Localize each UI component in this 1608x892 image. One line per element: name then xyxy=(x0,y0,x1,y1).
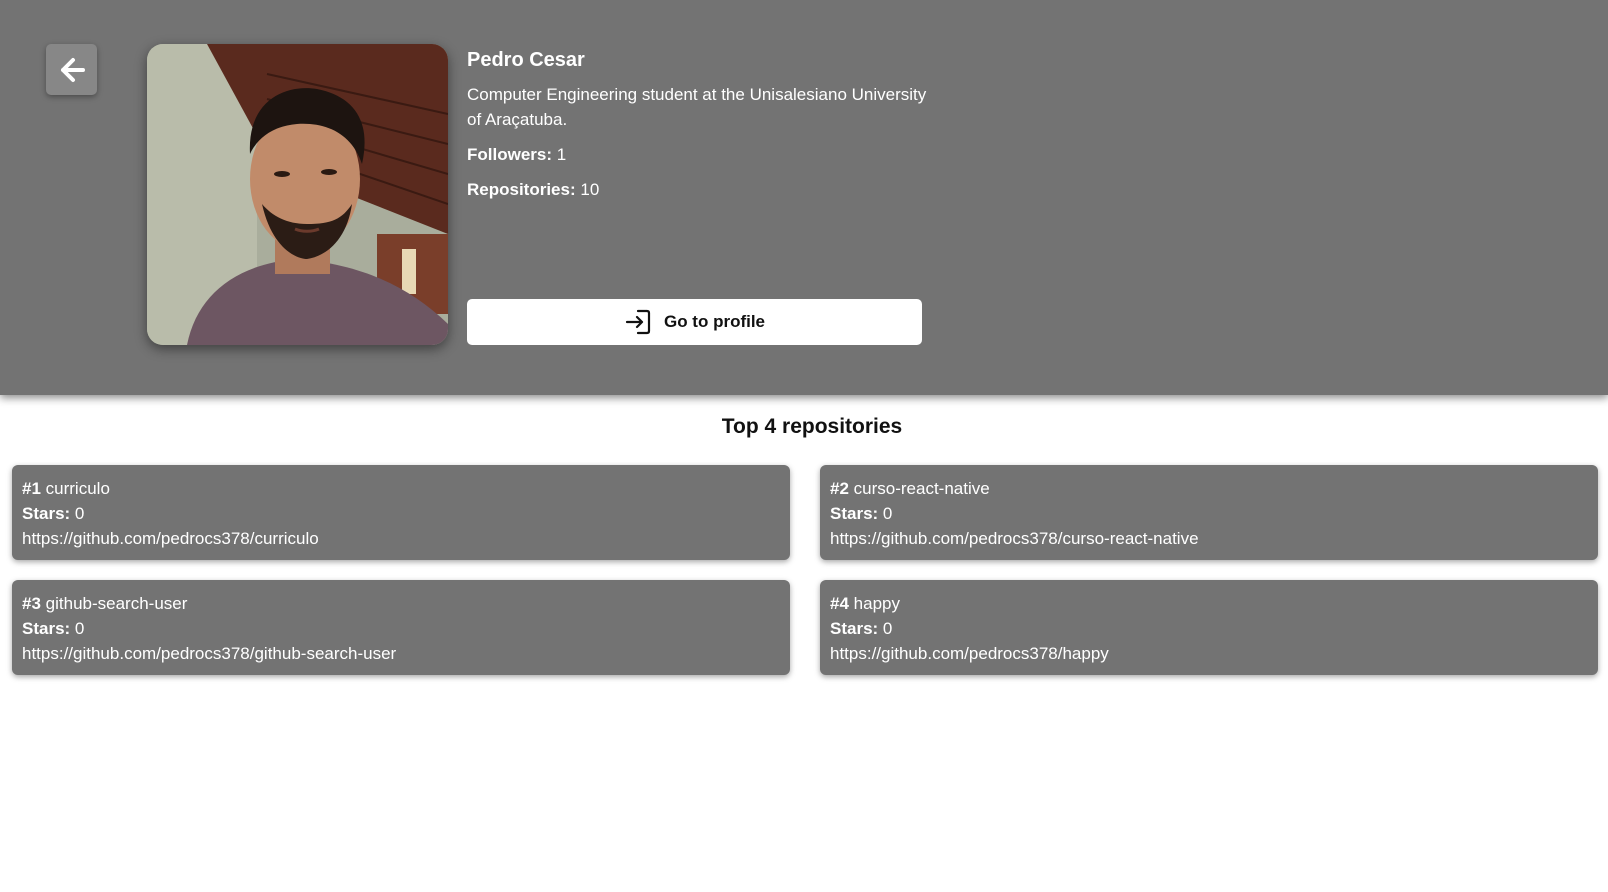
stars-label: Stars: xyxy=(830,619,879,638)
followers-label: Followers: xyxy=(467,145,553,164)
back-button[interactable] xyxy=(46,44,97,95)
repo-card[interactable]: #2 curso-react-native Stars: 0 https://g… xyxy=(820,465,1598,560)
repo-rank: #4 xyxy=(830,594,849,613)
profile-header: Pedro Cesar Computer Engineering student… xyxy=(0,0,1608,395)
avatar-photo xyxy=(147,44,448,345)
repo-card[interactable]: #3 github-search-user Stars: 0 https://g… xyxy=(12,580,790,675)
followers-stat: Followers: 1 xyxy=(467,142,927,167)
repo-title: #3 github-search-user xyxy=(22,591,780,616)
repo-rank: #2 xyxy=(830,479,849,498)
repo-name: github-search-user xyxy=(45,594,188,613)
avatar xyxy=(147,44,448,345)
repo-url[interactable]: https://github.com/pedrocs378/curso-reac… xyxy=(830,526,1588,551)
stars-count: 0 xyxy=(882,619,893,638)
stars-count: 0 xyxy=(74,504,85,523)
section-title: Top 4 repositories xyxy=(721,415,903,438)
repo-stars: Stars: 0 xyxy=(830,616,1588,641)
go-to-profile-button[interactable]: Go to profile xyxy=(467,299,922,345)
followers-count: 1 xyxy=(556,145,567,164)
repo-title: #4 happy xyxy=(830,591,1588,616)
repo-url[interactable]: https://github.com/pedrocs378/curriculo xyxy=(22,526,780,551)
repositories-label: Repositories: xyxy=(467,180,576,199)
profile-name: Pedro Cesar xyxy=(467,49,585,71)
profile-info: Pedro Cesar Computer Engineering student… xyxy=(467,46,927,212)
repo-title: #1 curriculo xyxy=(22,476,780,501)
repo-stars: Stars: 0 xyxy=(830,501,1588,526)
repositories-count: 10 xyxy=(580,180,600,199)
stars-label: Stars: xyxy=(830,504,879,523)
stars-label: Stars: xyxy=(22,619,71,638)
repo-list: #1 curriculo Stars: 0 https://github.com… xyxy=(12,465,1598,675)
repo-stars: Stars: 0 xyxy=(22,616,780,641)
repo-stars: Stars: 0 xyxy=(22,501,780,526)
arrow-left-icon xyxy=(60,57,85,82)
repo-title: #2 curso-react-native xyxy=(830,476,1588,501)
stars-label: Stars: xyxy=(22,504,71,523)
repo-name: curriculo xyxy=(45,479,110,498)
profile-bio: Computer Engineering student at the Unis… xyxy=(467,85,927,129)
repo-rank: #3 xyxy=(22,594,41,613)
repo-rank: #1 xyxy=(22,479,41,498)
go-to-profile-label: Go to profile xyxy=(663,312,766,331)
stars-count: 0 xyxy=(882,504,893,523)
repo-name: curso-react-native xyxy=(853,479,990,498)
repo-url[interactable]: https://github.com/pedrocs378/github-sea… xyxy=(22,641,780,666)
stars-count: 0 xyxy=(74,619,85,638)
repositories-stat: Repositories: 10 xyxy=(467,177,927,202)
repo-name: happy xyxy=(853,594,900,613)
sign-in-icon xyxy=(625,309,651,335)
repo-card[interactable]: #4 happy Stars: 0 https://github.com/ped… xyxy=(820,580,1598,675)
repo-url[interactable]: https://github.com/pedrocs378/happy xyxy=(830,641,1588,666)
repo-card[interactable]: #1 curriculo Stars: 0 https://github.com… xyxy=(12,465,790,560)
